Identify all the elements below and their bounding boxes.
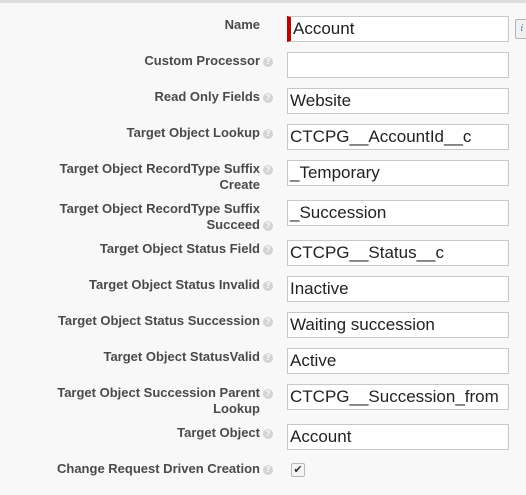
custom-processor-input[interactable] <box>287 52 509 78</box>
help-icon[interactable]: ? <box>263 429 273 439</box>
status-field-label: Target Object Status Field <box>99 241 260 256</box>
recordtype-suffix-succeed-input[interactable]: _Succession <box>287 200 509 226</box>
custom-processor-label: Custom Processor <box>144 53 260 68</box>
recordtype-suffix-create-label: Target Object RecordType Suffix Create <box>20 161 260 193</box>
succession-parent-lookup-input[interactable]: CTCPG__Succession_from <box>287 384 509 410</box>
label-line: Lookup <box>213 401 260 416</box>
status-invalid-input[interactable]: Inactive <box>287 276 509 302</box>
top-divider <box>0 0 526 3</box>
label-line: Succeed <box>206 217 260 232</box>
lookup-info-icon[interactable]: i <box>515 19 526 39</box>
help-icon[interactable]: ? <box>263 465 273 475</box>
recordtype-suffix-succeed-label: Target Object RecordType Suffix Succeed <box>20 201 260 233</box>
help-icon[interactable]: ? <box>263 93 273 103</box>
status-invalid-label: Target Object Status Invalid <box>89 277 260 292</box>
status-valid-label: Target Object StatusValid <box>103 349 260 364</box>
status-succession-input[interactable]: Waiting succession <box>287 312 509 338</box>
target-object-input[interactable]: Account <box>287 424 509 450</box>
change-request-driven-creation-checkbox[interactable]: ✔ <box>291 463 305 477</box>
read-only-fields-input[interactable]: Website <box>287 88 509 114</box>
target-object-label: Target Object <box>177 425 260 440</box>
help-icon[interactable]: ? <box>263 221 273 231</box>
name-label: Name <box>224 17 260 32</box>
help-icon[interactable]: ? <box>263 129 273 139</box>
help-icon[interactable]: ? <box>263 165 273 175</box>
read-only-fields-label: Read Only Fields <box>154 89 260 104</box>
label-line: Create <box>219 177 260 192</box>
name-input[interactable]: Account <box>287 16 509 42</box>
status-field-input[interactable]: CTCPG__Status__c <box>287 240 509 266</box>
status-succession-label: Target Object Status Succession <box>57 313 260 328</box>
change-request-driven-creation-label: Change Request Driven Creation <box>57 461 260 476</box>
target-object-lookup-label: Target Object Lookup <box>126 125 260 140</box>
help-icon[interactable]: ? <box>263 57 273 67</box>
target-object-lookup-input[interactable]: CTCPG__AccountId__c <box>287 124 509 150</box>
help-icon[interactable]: ? <box>263 353 273 363</box>
label-line: Target Object RecordType Suffix <box>59 201 260 216</box>
help-icon[interactable]: ? <box>263 281 273 291</box>
label-line: Target Object RecordType Suffix <box>59 161 260 176</box>
help-icon[interactable]: ? <box>263 317 273 327</box>
recordtype-suffix-create-input[interactable]: _Temporary <box>287 160 509 186</box>
help-icon[interactable]: ? <box>263 389 273 399</box>
help-icon[interactable]: ? <box>263 245 273 255</box>
status-valid-input[interactable]: Active <box>287 348 509 374</box>
label-line: Target Object Succession Parent <box>57 385 260 400</box>
succession-parent-lookup-label: Target Object Succession Parent Lookup <box>20 385 260 417</box>
